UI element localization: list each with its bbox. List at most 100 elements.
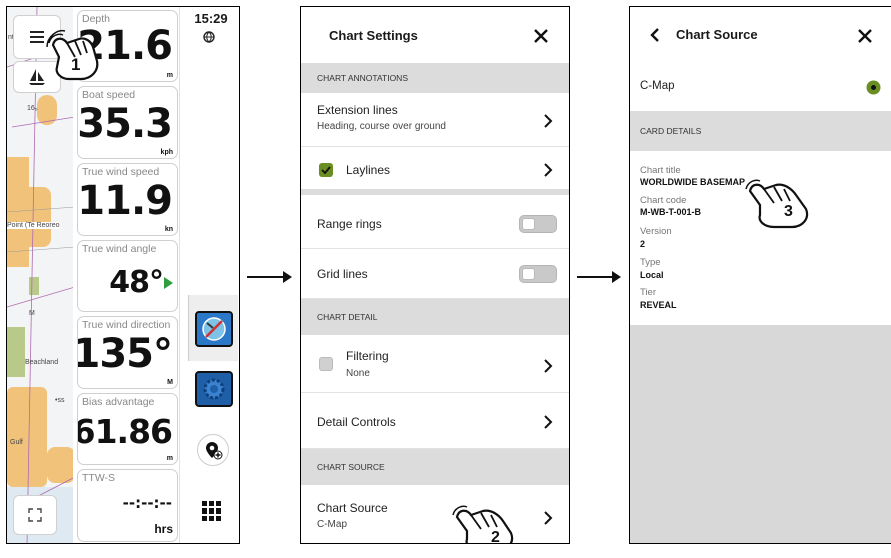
data-tile-true-wind-angle[interactable]: True wind angle 48° bbox=[77, 240, 178, 312]
tile-value: 61.86 bbox=[77, 412, 173, 451]
radio-selected-icon[interactable] bbox=[866, 80, 881, 95]
row-title: Laylines bbox=[346, 163, 391, 177]
gear-icon bbox=[203, 378, 225, 400]
chevron-right-icon bbox=[544, 511, 553, 525]
sailboat-icon bbox=[29, 69, 45, 85]
fullscreen-button[interactable] bbox=[13, 495, 57, 535]
map-label: 16₅ bbox=[27, 105, 38, 112]
tile-label: True wind direction bbox=[82, 319, 171, 331]
close-icon[interactable] bbox=[534, 29, 548, 43]
map-label: Gulf bbox=[10, 439, 23, 446]
row-subtitle: Heading, course over ground bbox=[317, 121, 446, 132]
page-title: Chart Source bbox=[676, 27, 758, 42]
map-label: Beachland bbox=[25, 359, 59, 366]
tile-unit: kph bbox=[160, 149, 173, 156]
right-sidebar: 15:29 bbox=[179, 7, 239, 543]
chart-settings-panel: Chart Settings CHART ANNOTATIONS Extensi… bbox=[300, 6, 570, 544]
setting-row-range-rings[interactable]: Range rings bbox=[301, 201, 569, 249]
detail-value: Local bbox=[640, 270, 664, 280]
close-icon[interactable] bbox=[858, 29, 872, 43]
add-waypoint-button[interactable] bbox=[197, 434, 229, 466]
setting-row-chart-source[interactable]: Chart Source C-Map bbox=[301, 485, 569, 543]
tile-unit: kn bbox=[164, 226, 173, 233]
row-title: C-Map bbox=[640, 80, 675, 92]
tap-hand-callout-3: 3 bbox=[744, 177, 816, 231]
chart-source-panel: Chart Source C-Map CARD DETAILS Chart ti… bbox=[629, 6, 891, 544]
data-tile-bias-advantage[interactable]: Bias advantage 61.86 m bbox=[77, 393, 178, 465]
filtering-checkbox[interactable] bbox=[319, 357, 333, 371]
range-rings-toggle[interactable] bbox=[519, 215, 557, 233]
data-tile-ttw-s[interactable]: TTW-S --:--:-- hrs bbox=[77, 469, 178, 542]
instruction-figure: nt 16₅ Point (Te Reoreo M Beachland •ss … bbox=[0, 0, 891, 558]
setting-row-detail-controls[interactable]: Detail Controls bbox=[301, 393, 569, 449]
tile-label: Bias advantage bbox=[82, 396, 155, 408]
chevron-right-icon bbox=[544, 114, 553, 128]
check-icon bbox=[321, 166, 331, 175]
tile-unit: m bbox=[166, 455, 173, 462]
add-location-icon bbox=[206, 442, 223, 460]
detail-key: Version bbox=[640, 226, 672, 237]
data-tile-boat-speed[interactable]: Boat speed 35.3 kph bbox=[77, 86, 178, 159]
hamburger-icon bbox=[30, 31, 44, 43]
chevron-right-icon bbox=[544, 415, 553, 429]
tile-label: True wind angle bbox=[82, 243, 157, 255]
tile-label: TTW-S bbox=[82, 472, 116, 484]
apps-grid-icon[interactable] bbox=[202, 501, 222, 521]
flow-arrow bbox=[247, 271, 292, 283]
tile-value: 11.9 bbox=[77, 178, 173, 224]
map-label: •ss bbox=[55, 397, 65, 404]
tile-unit: m bbox=[166, 72, 173, 79]
grid-lines-toggle[interactable] bbox=[519, 265, 557, 283]
chart-map[interactable]: nt 16₅ Point (Te Reoreo M Beachland •ss … bbox=[7, 7, 75, 543]
laylines-checkbox[interactable] bbox=[319, 163, 333, 177]
detail-key: Tier bbox=[640, 287, 657, 298]
row-title: Range rings bbox=[317, 217, 382, 231]
data-tile-true-wind-speed[interactable]: True wind speed 11.9 kn bbox=[77, 163, 178, 236]
chevron-right-icon bbox=[544, 359, 553, 373]
map-label: M bbox=[29, 310, 35, 317]
section-header-detail: CHART DETAIL bbox=[301, 299, 569, 335]
detail-key: Chart code bbox=[640, 195, 687, 206]
tile-label: Boat speed bbox=[82, 89, 136, 101]
tile-label: True wind speed bbox=[82, 166, 160, 178]
tile-value: --:--:-- bbox=[122, 494, 172, 512]
callout-number: 3 bbox=[784, 203, 793, 220]
row-subtitle: None bbox=[346, 368, 370, 379]
settings-app-button[interactable] bbox=[195, 371, 233, 407]
section-header-source: CHART SOURCE bbox=[301, 449, 569, 485]
tap-hand-callout-2: 2 bbox=[451, 503, 521, 543]
setting-row-grid-lines[interactable]: Grid lines bbox=[301, 249, 569, 299]
pointing-hand-icon bbox=[745, 179, 809, 229]
source-option-cmap[interactable]: C-Map bbox=[630, 63, 891, 111]
panel-header: Chart Source bbox=[630, 7, 891, 63]
chart-app-button[interactable] bbox=[195, 311, 233, 347]
setting-row-extension-lines[interactable]: Extension lines Heading, course over gro… bbox=[301, 93, 569, 147]
setting-row-filtering[interactable]: Filtering None bbox=[301, 335, 569, 393]
data-tile-true-wind-direction[interactable]: True wind direction 135° M bbox=[77, 316, 178, 389]
globe-icon bbox=[203, 31, 215, 43]
chevron-right-icon bbox=[544, 163, 553, 177]
data-tiles-column: Depth 21.6 m Boat speed 35.3 kph True wi… bbox=[73, 7, 179, 543]
row-title: Grid lines bbox=[317, 267, 368, 281]
starboard-arrow-icon bbox=[164, 277, 173, 289]
chart-screen-panel: nt 16₅ Point (Te Reoreo M Beachland •ss … bbox=[6, 6, 240, 544]
back-chevron-icon[interactable] bbox=[650, 28, 660, 42]
row-title: Filtering bbox=[346, 349, 389, 363]
detail-value: 2 bbox=[640, 239, 646, 249]
setting-row-laylines[interactable]: Laylines bbox=[301, 147, 569, 195]
empty-area bbox=[630, 325, 891, 543]
row-title: Extension lines bbox=[317, 103, 398, 117]
row-title: Chart Source bbox=[317, 501, 388, 515]
map-label: Point (Te Reoreo bbox=[7, 222, 60, 229]
detail-value: WORLDWIDE BASEMAP bbox=[640, 177, 745, 187]
pointing-hand-icon bbox=[452, 505, 514, 543]
detail-key: Chart title bbox=[640, 165, 681, 176]
tile-unit: M bbox=[167, 379, 173, 386]
expand-icon bbox=[28, 508, 42, 522]
detail-value: M-WB-T-001-B bbox=[640, 207, 701, 217]
tile-value: 135° bbox=[77, 331, 173, 377]
row-title: Detail Controls bbox=[317, 415, 396, 429]
page-title: Chart Settings bbox=[329, 28, 418, 43]
clock: 15:29 bbox=[194, 11, 228, 26]
section-header-card-details: CARD DETAILS bbox=[630, 111, 891, 151]
